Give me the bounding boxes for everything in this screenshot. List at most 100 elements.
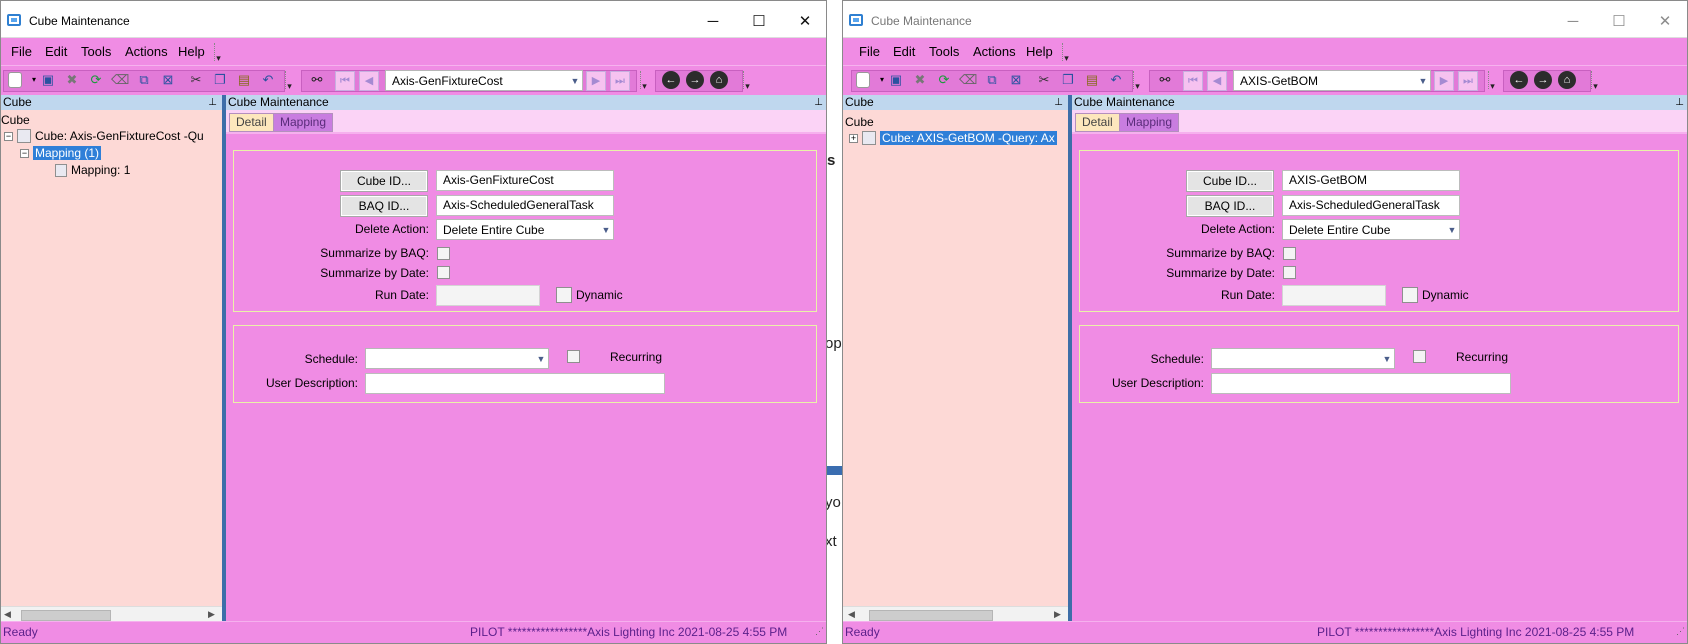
maximize-button[interactable]: ☐ xyxy=(1596,9,1642,35)
toolbar-overflow-icon[interactable]: ▾ xyxy=(743,71,751,91)
menu-file[interactable]: File xyxy=(859,44,880,59)
menu-help[interactable]: Help xyxy=(178,44,205,59)
clear-icon[interactable]: ⌫ xyxy=(959,71,977,89)
next-record-button[interactable]: ▶ xyxy=(1434,71,1454,91)
baq-id-button[interactable]: BAQ ID... xyxy=(340,195,428,217)
baq-id-field[interactable]: Axis-ScheduledGeneralTask xyxy=(436,195,614,216)
previous-record-button[interactable]: ◀ xyxy=(1207,71,1227,91)
toolbar-overflow-icon[interactable]: ▾ xyxy=(1488,71,1496,91)
tab-mapping[interactable]: Mapping xyxy=(1119,113,1180,132)
copy-icon[interactable]: ❐ xyxy=(1059,71,1077,89)
toolbar-overflow-icon[interactable]: ▾ xyxy=(640,71,648,91)
collapse-icon[interactable]: − xyxy=(20,149,29,158)
back-icon[interactable]: ← xyxy=(1510,71,1528,89)
delete-action-select[interactable]: Delete Entire Cube ▼ xyxy=(436,219,614,240)
forward-icon[interactable]: → xyxy=(1534,71,1552,89)
recurring-checkbox[interactable] xyxy=(1413,350,1426,363)
menu-edit[interactable]: Edit xyxy=(893,44,915,59)
last-record-button[interactable]: ⏭ xyxy=(610,71,630,91)
attachment-icon[interactable]: ⧉ xyxy=(135,71,153,89)
save-icon[interactable]: ▣ xyxy=(39,71,57,89)
key-field-combo[interactable]: AXIS-GetBOM ▼ xyxy=(1233,70,1431,91)
baq-id-button[interactable]: BAQ ID... xyxy=(1186,195,1274,217)
toolbar-overflow-icon[interactable]: ▾ xyxy=(285,71,293,91)
tree-node-mapping[interactable]: − Mapping (1) xyxy=(20,146,102,160)
home-icon[interactable]: ⌂ xyxy=(710,71,728,89)
title-bar[interactable]: Cube Maintenance ─ ☐ ✕ xyxy=(843,1,1687,38)
chevron-down-icon[interactable]: ▼ xyxy=(1416,71,1430,90)
close-button[interactable]: ✕ xyxy=(782,9,826,35)
summarize-by-baq-checkbox[interactable] xyxy=(437,247,450,260)
first-record-button[interactable]: ⏮ xyxy=(1183,71,1203,91)
cut-icon[interactable]: ✂ xyxy=(187,71,205,89)
key-field-combo[interactable]: Axis-GenFixtureCost ▼ xyxy=(385,70,583,91)
maximize-button[interactable]: ☐ xyxy=(736,9,782,35)
menu-help[interactable]: Help xyxy=(1026,44,1053,59)
schedule-select[interactable]: ▼ xyxy=(365,348,549,369)
tab-mapping[interactable]: Mapping xyxy=(273,113,334,132)
tree-root[interactable]: Cube xyxy=(845,115,874,129)
chevron-down-icon[interactable]: ▼ xyxy=(568,71,582,90)
last-record-button[interactable]: ⏭ xyxy=(1458,71,1478,91)
run-date-field[interactable] xyxy=(436,285,540,306)
scrollbar-thumb[interactable] xyxy=(21,610,111,621)
scroll-left-icon[interactable]: ◀ xyxy=(4,609,11,620)
chevron-down-icon[interactable]: ▼ xyxy=(534,349,548,368)
cube-id-button[interactable]: Cube ID... xyxy=(1186,170,1274,192)
forward-icon[interactable]: → xyxy=(686,71,704,89)
binoculars-icon[interactable]: ⚯ xyxy=(308,71,326,89)
cube-id-field[interactable]: Axis-GenFixtureCost xyxy=(436,170,614,191)
menu-actions[interactable]: Actions xyxy=(125,44,168,59)
attachment-icon[interactable]: ⧉ xyxy=(983,71,1001,89)
copy-icon[interactable]: ❐ xyxy=(211,71,229,89)
undo-icon[interactable]: ↶ xyxy=(259,71,277,89)
home-icon[interactable]: ⌂ xyxy=(1558,71,1576,89)
menu-tools[interactable]: Tools xyxy=(929,44,959,59)
close-button[interactable]: ✕ xyxy=(1642,9,1687,35)
summarize-by-baq-checkbox[interactable] xyxy=(1283,247,1296,260)
cube-id-field[interactable]: AXIS-GetBOM xyxy=(1282,170,1460,191)
collapse-icon[interactable]: − xyxy=(4,132,13,141)
pin-icon[interactable]: ⊥ xyxy=(208,95,217,110)
pin-icon[interactable]: ⊥ xyxy=(814,95,823,110)
paste-icon[interactable]: ▤ xyxy=(235,71,253,89)
menu-tools[interactable]: Tools xyxy=(81,44,111,59)
delete-action-select[interactable]: Delete Entire Cube ▼ xyxy=(1282,219,1460,240)
scroll-left-icon[interactable]: ◀ xyxy=(848,609,855,620)
tab-detail[interactable]: Detail xyxy=(229,113,274,132)
refresh-icon[interactable]: ⟳ xyxy=(935,71,953,89)
dynamic-checkbox[interactable] xyxy=(556,287,572,303)
scroll-right-icon[interactable]: ▶ xyxy=(208,609,215,620)
menu-file[interactable]: File xyxy=(11,44,32,59)
paste-icon[interactable]: ▤ xyxy=(1083,71,1101,89)
title-bar[interactable]: Cube Maintenance ─ ☐ ✕ xyxy=(1,1,826,38)
scroll-right-icon[interactable]: ▶ xyxy=(1054,609,1061,620)
binoculars-icon[interactable]: ⚯ xyxy=(1156,71,1174,89)
next-record-button[interactable]: ▶ xyxy=(586,71,606,91)
attachment-detail-icon[interactable]: ⊠ xyxy=(1007,71,1025,89)
cut-icon[interactable]: ✂ xyxy=(1035,71,1053,89)
tree-node-mapping-1[interactable]: Mapping: 1 xyxy=(55,163,130,177)
menu-edit[interactable]: Edit xyxy=(45,44,67,59)
pin-icon[interactable]: ⊥ xyxy=(1675,95,1684,110)
toolbar-overflow-icon[interactable]: ▾ xyxy=(1591,71,1599,91)
tree-node-cube[interactable]: − Cube: Axis-GenFixtureCost -Qu xyxy=(4,129,204,143)
user-description-field[interactable] xyxy=(365,373,665,394)
previous-record-button[interactable]: ◀ xyxy=(359,71,379,91)
new-icon[interactable] xyxy=(856,72,870,88)
tree-root[interactable]: Cube xyxy=(1,113,30,127)
attachment-detail-icon[interactable]: ⊠ xyxy=(159,71,177,89)
run-date-field[interactable] xyxy=(1282,285,1386,306)
schedule-select[interactable]: ▼ xyxy=(1211,348,1395,369)
summarize-by-date-checkbox[interactable] xyxy=(437,266,450,279)
scrollbar-thumb[interactable] xyxy=(869,610,993,621)
chevron-down-icon[interactable]: ▼ xyxy=(1445,220,1459,239)
expand-icon[interactable]: + xyxy=(849,134,858,143)
first-record-button[interactable]: ⏮ xyxy=(335,71,355,91)
toolbar-overflow-icon[interactable]: ▾ xyxy=(1133,71,1141,91)
summarize-by-date-checkbox[interactable] xyxy=(1283,266,1296,279)
dynamic-checkbox[interactable] xyxy=(1402,287,1418,303)
tree-node-cube[interactable]: + Cube: AXIS-GetBOM -Query: Ax xyxy=(849,131,1057,145)
user-description-field[interactable] xyxy=(1211,373,1511,394)
save-icon[interactable]: ▣ xyxy=(887,71,905,89)
